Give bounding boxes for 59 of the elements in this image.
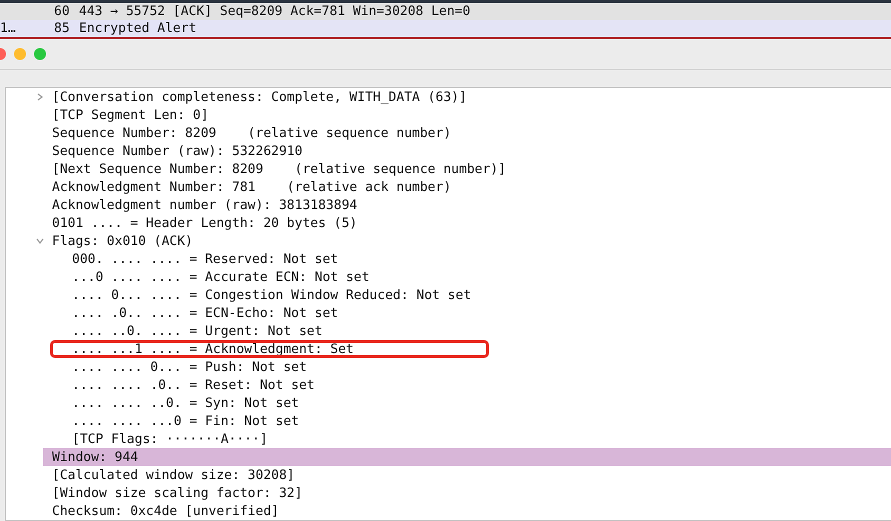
- tree-row[interactable]: .... .... ..0. = Syn: Not set: [6, 394, 891, 412]
- packet-row[interactable]: 1… 85 Encrypted Alert: [0, 20, 891, 37]
- tree-row[interactable]: ...0 .... .... = Accurate ECN: Not set: [6, 268, 891, 286]
- tree-row[interactable]: Flags: 0x010 (ACK): [6, 232, 891, 250]
- tree-item-text: .... ...1 .... = Acknowledgment: Set: [72, 342, 354, 356]
- tree-row[interactable]: Checksum: 0xc4de [unverified]: [6, 502, 891, 520]
- tree-row[interactable]: .... .... .0.. = Reset: Not set: [6, 376, 891, 394]
- tree-item-text: 0101 .... = Header Length: 20 bytes (5): [52, 216, 358, 230]
- tree-item-text: Flags: 0x010 (ACK): [52, 234, 193, 248]
- tree-item-text: ...0 .... .... = Accurate ECN: Not set: [72, 270, 370, 284]
- packet-length: 85: [54, 21, 71, 36]
- tree-item-text: Sequence Number: 8209 (relative sequence number): [52, 126, 452, 140]
- tree-item-text: .... ..0. .... = Urgent: Not set: [72, 324, 322, 338]
- tree-row[interactable]: [Next Sequence Number: 8209 (relative sequence number)]: [6, 160, 891, 178]
- zoom-button[interactable]: [34, 48, 46, 60]
- tree-item-text: 000. .... .... = Reserved: Not set: [72, 252, 338, 266]
- selected-tree-row[interactable]: Window: 944: [43, 448, 891, 466]
- packet-length: 60: [54, 4, 71, 19]
- tree-row[interactable]: [Calculated window size: 30208]: [6, 466, 891, 484]
- tree-row[interactable]: [Conversation completeness: Complete, WITH_DATA (63)]: [6, 88, 891, 106]
- tree-item-text: Acknowledgment Number: 781 (relative ack number): [52, 180, 452, 194]
- tree-item-text: .... .... .0.. = Reset: Not set: [72, 378, 315, 392]
- tree-row[interactable]: [Window size scaling factor: 32]: [6, 484, 891, 502]
- tree-row[interactable]: 000. .... .... = Reserved: Not set: [6, 250, 891, 268]
- tree-item-text: [Calculated window size: 30208]: [52, 468, 295, 482]
- tree-item-text: [Next Sequence Number: 8209 (relative sequence number)]: [52, 162, 506, 176]
- tree-row[interactable]: [TCP Segment Len: 0]: [6, 106, 891, 124]
- tree-row[interactable]: [TCP Flags: ·······A····]: [6, 430, 891, 448]
- minimize-button[interactable]: [14, 48, 26, 60]
- tree-row[interactable]: Acknowledgment number (raw): 3813183894: [6, 196, 891, 214]
- tree-row[interactable]: .... ...1 .... = Acknowledgment: Set: [6, 340, 891, 358]
- tree-item-text: [Conversation completeness: Complete, WITH_DATA (63)]: [52, 90, 467, 104]
- tree-item-text: [TCP Flags: ·······A····]: [72, 432, 268, 446]
- tree-row[interactable]: .... .... 0... = Push: Not set: [6, 358, 891, 376]
- tree-row[interactable]: Sequence Number (raw): 532262910: [6, 142, 891, 160]
- tree-row[interactable]: .... ..0. .... = Urgent: Not set: [6, 322, 891, 340]
- packet-info: 443 → 55752 [ACK] Seq=8209 Ack=781 Win=30208 Len=0: [79, 4, 470, 19]
- tree-item-text: .... 0... .... = Congestion Window Reduced: Not set: [72, 288, 472, 302]
- tree-row[interactable]: .... .0.. .... = ECN-Echo: Not set: [6, 304, 891, 322]
- tree-row[interactable]: Sequence Number: 8209 (relative sequence number): [6, 124, 891, 142]
- tree-item-text: Sequence Number (raw): 532262910: [52, 144, 302, 158]
- tree-row[interactable]: .... .... ...0 = Fin: Not set: [6, 412, 891, 430]
- tree-row[interactable]: Acknowledgment Number: 781 (relative ack number): [6, 178, 891, 196]
- tree-item-text: Checksum: 0xc4de [unverified]: [52, 504, 279, 518]
- tree-item-text: .... .0.. .... = ECN-Echo: Not set: [72, 306, 338, 320]
- tree-item-text: [TCP Segment Len: 0]: [52, 108, 209, 122]
- tree-item-text: .... .... ...0 = Fin: Not set: [72, 414, 299, 428]
- tree-row[interactable]: 0101 .... = Header Length: 20 bytes (5): [6, 214, 891, 232]
- packet-row[interactable]: 60 443 → 55752 [ACK] Seq=8209 Ack=781 Win=30208 Len=0: [0, 3, 891, 20]
- packet-info: Encrypted Alert: [79, 21, 196, 36]
- tree-item-text: .... .... ..0. = Syn: Not set: [72, 396, 299, 410]
- tree-item-text: Window: 944: [52, 450, 138, 464]
- tree-item-text: Acknowledgment number (raw): 3813183894: [52, 198, 358, 212]
- packet-cell: 1…: [0, 21, 16, 36]
- tree-item-text: [Window size scaling factor: 32]: [52, 486, 302, 500]
- chevron-right-icon[interactable]: [36, 93, 44, 101]
- tree-row[interactable]: .... 0... .... = Congestion Window Reduced: Not set: [6, 286, 891, 304]
- chevron-down-icon[interactable]: [36, 237, 44, 245]
- tree-item-text: .... .... 0... = Push: Not set: [72, 360, 307, 374]
